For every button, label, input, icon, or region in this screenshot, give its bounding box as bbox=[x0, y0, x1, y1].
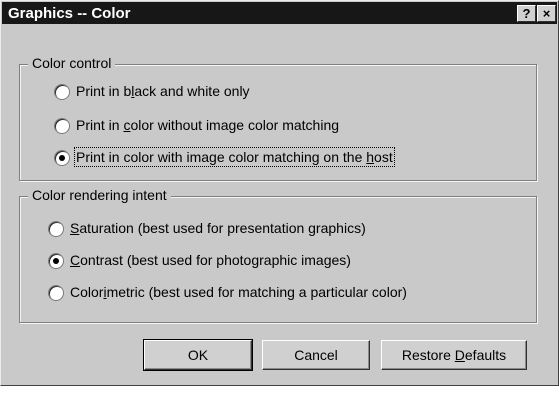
window-title: Graphics -- Color bbox=[8, 5, 131, 22]
radio-button[interactable] bbox=[54, 150, 70, 166]
cancel-button[interactable]: Cancel bbox=[262, 340, 370, 370]
radio-label: Print in color with image color matching… bbox=[74, 147, 395, 167]
radio-label: Colorimetric (best used for matching a p… bbox=[70, 284, 407, 300]
radio-button[interactable] bbox=[54, 84, 70, 100]
color-control-legend: Color control bbox=[28, 55, 116, 71]
rendering-intent-group: Color rendering intent Saturation (best … bbox=[19, 187, 537, 323]
title-bar[interactable]: Graphics -- Color ? × bbox=[2, 2, 557, 24]
radio-button[interactable] bbox=[54, 118, 70, 134]
radio-button[interactable] bbox=[48, 221, 64, 237]
graphics-color-dialog: Graphics -- Color ? × Color control Prin… bbox=[0, 0, 559, 386]
radio-label: Print in black and white only bbox=[76, 83, 250, 99]
close-button[interactable]: × bbox=[537, 5, 556, 22]
radio-button[interactable] bbox=[48, 253, 64, 269]
radio-selected-dot bbox=[59, 155, 65, 161]
radio-selected-dot bbox=[53, 258, 59, 264]
restore-defaults-button[interactable]: Restore Defaults bbox=[381, 340, 527, 370]
radio-label: Print in color without image color match… bbox=[76, 117, 340, 133]
radio-label: Contrast (best used for photographic ima… bbox=[70, 252, 351, 268]
ok-button[interactable]: OK bbox=[143, 339, 253, 371]
radio-button[interactable] bbox=[48, 285, 64, 301]
radio-label: Saturation (best used for presentation g… bbox=[70, 220, 366, 236]
help-button[interactable]: ? bbox=[517, 5, 536, 22]
color-control-group: Color control Print in black and white o… bbox=[19, 55, 537, 181]
rendering-intent-legend: Color rendering intent bbox=[28, 187, 171, 203]
